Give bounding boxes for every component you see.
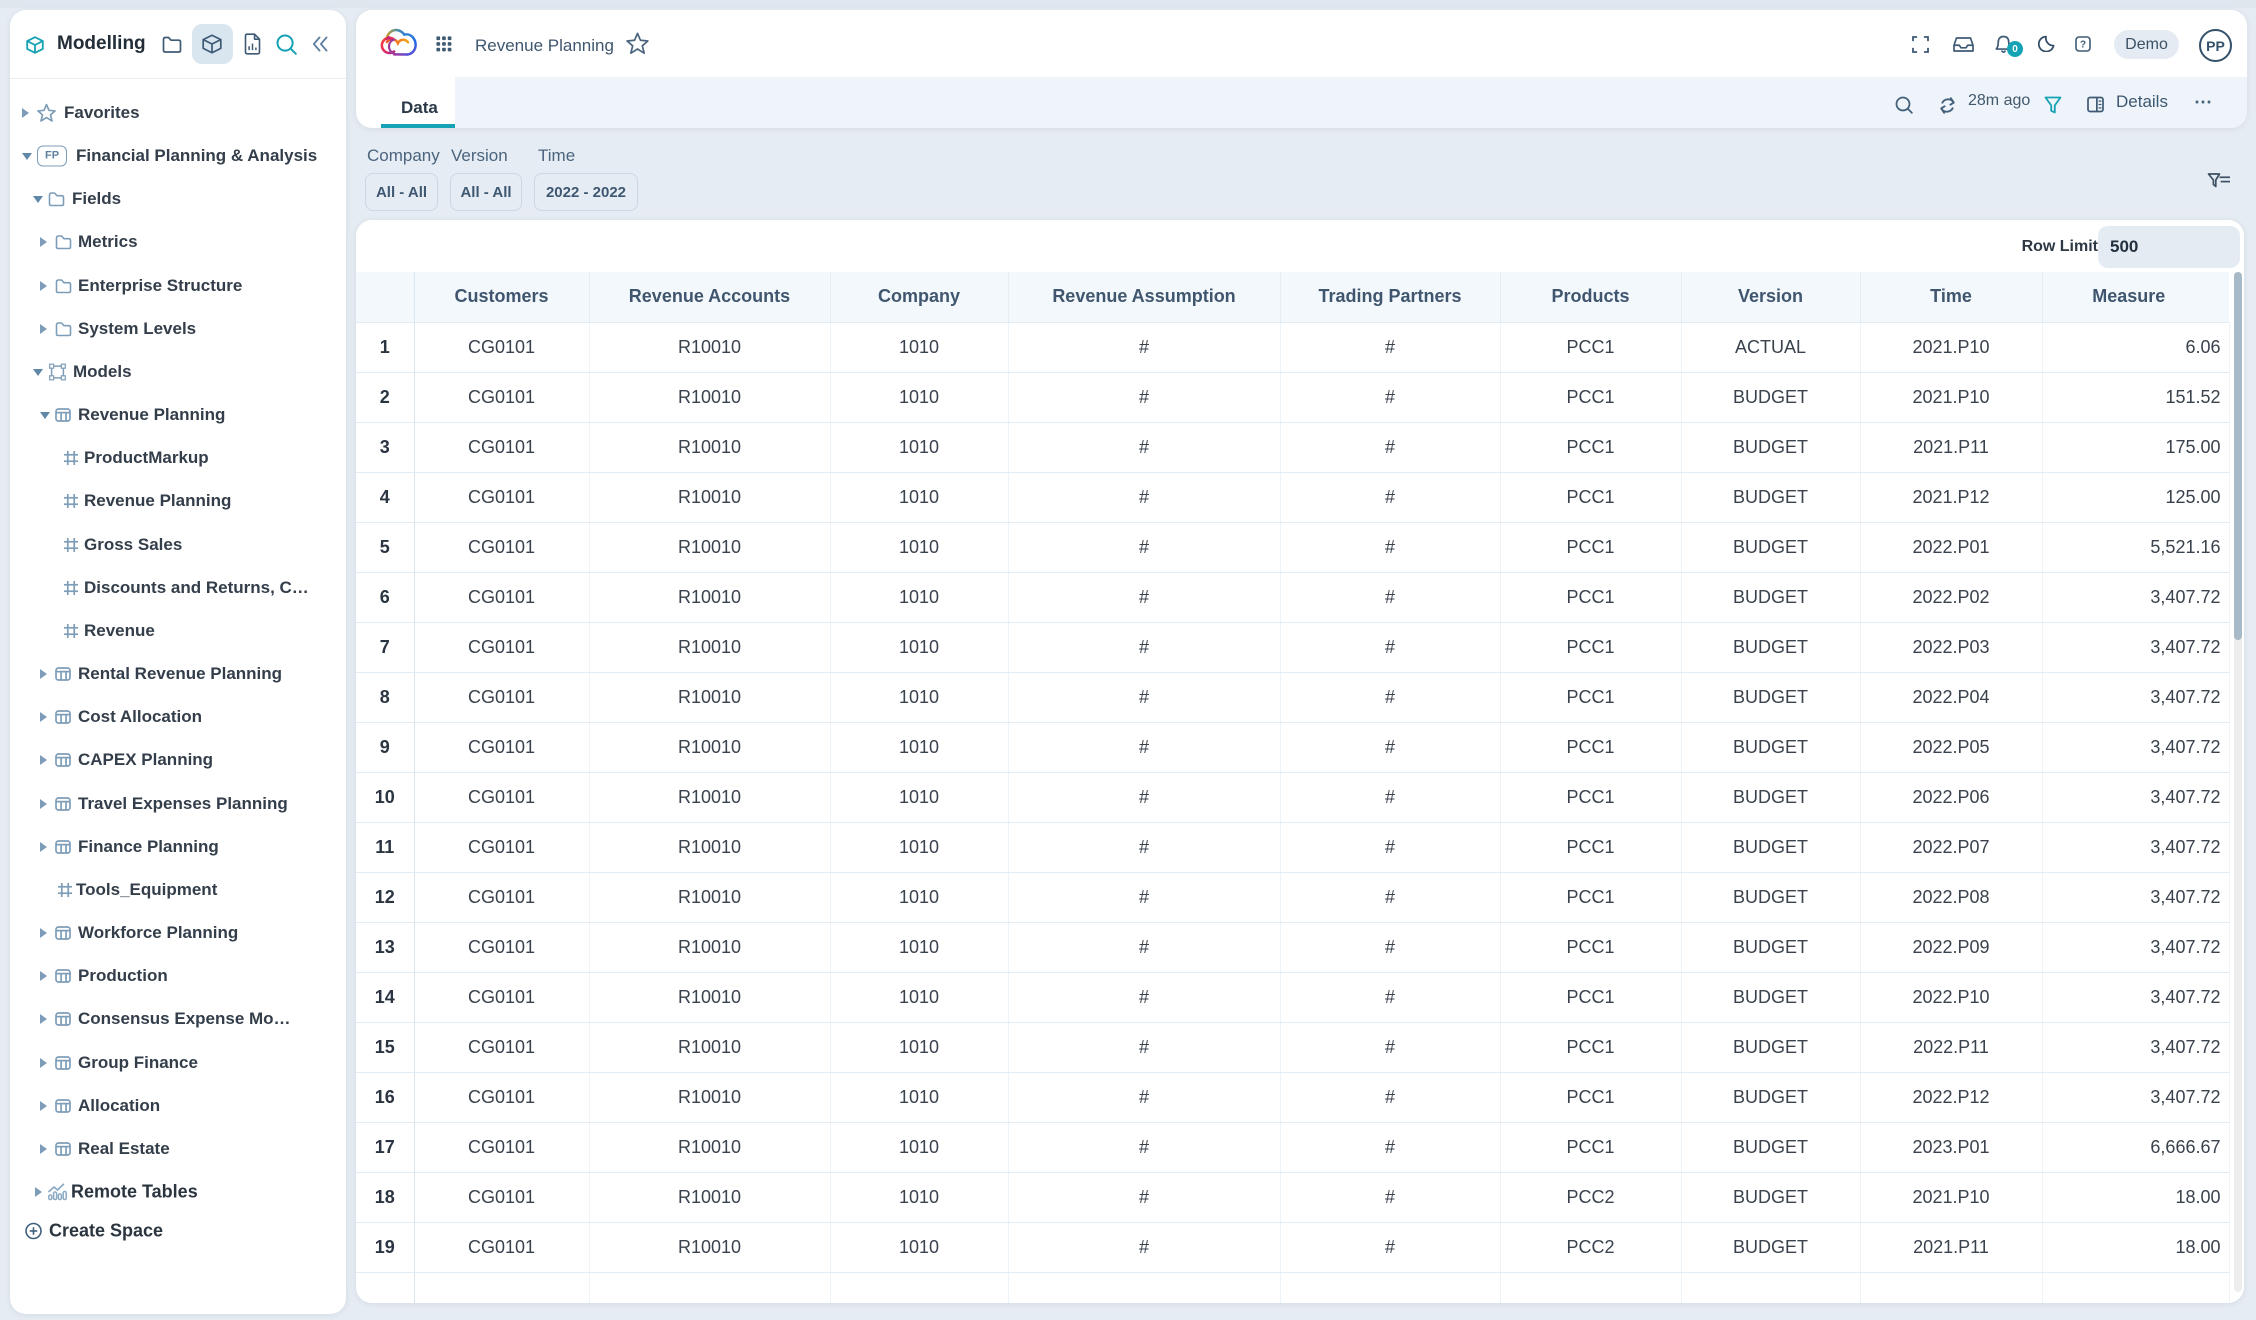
svg-text:?: ? [2080, 40, 2086, 51]
